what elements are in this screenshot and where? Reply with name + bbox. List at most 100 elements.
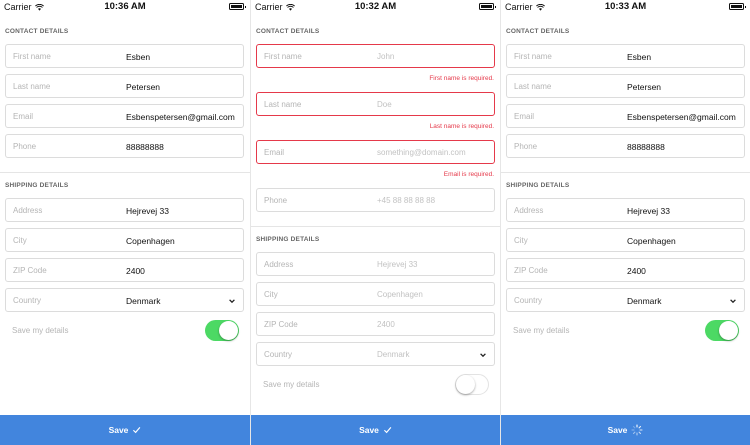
field-label: City	[264, 290, 278, 299]
field-label: Phone	[13, 142, 37, 151]
country-select[interactable]: Country Denmark	[506, 288, 745, 312]
phone-field[interactable]: Phone 88888888	[506, 134, 745, 158]
field-label: Country	[264, 350, 293, 359]
contact-details-heading: CONTACT DETAILS	[5, 28, 69, 35]
email-field[interactable]: Email something@domain.com	[256, 140, 495, 164]
address-field[interactable]: Address Hejrevej 33	[5, 198, 244, 222]
field-label: Last name	[13, 82, 51, 91]
contact-details-heading: CONTACT DETAILS	[256, 28, 320, 35]
zip-code-field[interactable]: ZIP Code 2400	[256, 312, 495, 336]
field-label: Last name	[264, 100, 302, 109]
field-label: Country	[514, 296, 543, 305]
email-error: Email is required.	[443, 171, 494, 178]
address-field[interactable]: Address Hejrevej 33	[506, 198, 745, 222]
field-label: First name	[13, 52, 51, 61]
save-button[interactable]: Save	[0, 415, 250, 445]
field-value: Denmark	[126, 295, 161, 306]
field-label: First name	[514, 52, 552, 61]
email-field[interactable]: Email Esbenspetersen@gmail.com	[506, 104, 745, 128]
field-placeholder: John	[377, 52, 395, 61]
status-time: 10:36 AM	[104, 1, 146, 12]
field-value: Esben	[126, 51, 151, 62]
field-label: First name	[264, 52, 302, 61]
section-divider	[501, 172, 750, 173]
field-value: Copenhagen	[126, 235, 175, 246]
first-name-field[interactable]: First name Esben	[5, 44, 244, 68]
field-placeholder: something@domain.com	[377, 148, 466, 157]
field-value: Esbenspetersen@gmail.com	[627, 111, 736, 122]
field-value: 88888888	[126, 141, 164, 152]
field-placeholder: Denmark	[377, 350, 410, 359]
field-label: Address	[264, 260, 294, 269]
save-details-label: Save my details	[12, 326, 69, 335]
battery-icon	[229, 3, 246, 10]
field-value: 2400	[126, 265, 145, 276]
field-label: Last name	[514, 82, 552, 91]
field-label: ZIP Code	[514, 266, 548, 275]
chevron-down-icon	[730, 299, 736, 304]
field-value: Esbenspetersen@gmail.com	[126, 111, 235, 122]
first-name-field[interactable]: First name Esben	[506, 44, 745, 68]
status-bar: Carrier 10:36 AM	[0, 0, 250, 14]
checkmark-icon	[383, 426, 392, 434]
field-label: Country	[13, 296, 42, 305]
save-button-label: Save	[108, 425, 129, 435]
save-details-toggle[interactable]	[455, 374, 489, 395]
first-name-error: First name is required.	[429, 75, 494, 82]
field-label: Email	[514, 112, 535, 121]
first-name-field[interactable]: First name John	[256, 44, 495, 68]
battery-icon	[729, 3, 746, 10]
spinner-icon	[631, 424, 643, 436]
last-name-field[interactable]: Last name Doe	[256, 92, 495, 116]
field-placeholder: 2400	[377, 320, 395, 329]
field-label: Address	[13, 206, 43, 215]
field-value: Petersen	[627, 81, 662, 92]
checkout-screen-saving: Carrier 10:33 AM CONTACT DETAILS First n…	[500, 0, 750, 445]
toggle-knob	[456, 375, 475, 394]
checkmark-icon	[133, 426, 141, 434]
phone-field[interactable]: Phone +45 88 88 88 88	[256, 188, 495, 212]
shipping-details-heading: SHIPPING DETAILS	[5, 182, 69, 189]
save-button[interactable]: Save	[251, 415, 500, 445]
last-name-field[interactable]: Last name Petersen	[5, 74, 244, 98]
save-details-toggle[interactable]	[205, 320, 239, 341]
field-placeholder: Hejrevej 33	[377, 260, 418, 269]
status-bar: Carrier 10:33 AM	[501, 0, 750, 14]
field-value: Hejrevej 33	[126, 205, 169, 216]
field-label: City	[514, 236, 528, 245]
field-label: Phone	[514, 142, 538, 151]
field-value: 88888888	[627, 141, 665, 152]
country-select[interactable]: Country Denmark	[5, 288, 244, 312]
field-label: City	[13, 236, 27, 245]
toggle-knob	[219, 321, 238, 340]
save-details-label: Save my details	[513, 326, 570, 335]
chevron-down-icon	[480, 353, 486, 358]
last-name-field[interactable]: Last name Petersen	[506, 74, 745, 98]
zip-code-field[interactable]: ZIP Code 2400	[506, 258, 745, 282]
status-bar: Carrier 10:32 AM	[251, 0, 500, 14]
section-divider	[0, 172, 250, 173]
save-button-label: Save	[607, 425, 628, 435]
city-field[interactable]: City Copenhagen	[506, 228, 745, 252]
contact-details-heading: CONTACT DETAILS	[506, 28, 570, 35]
status-time: 10:32 AM	[354, 1, 397, 12]
chevron-down-icon	[229, 299, 235, 304]
last-name-error: Last name is required.	[429, 123, 494, 130]
country-select[interactable]: Country Denmark	[256, 342, 495, 366]
field-placeholder: Doe	[377, 100, 392, 109]
field-label: ZIP Code	[264, 320, 298, 329]
field-label: Email	[264, 148, 285, 157]
phone-field[interactable]: Phone 88888888	[5, 134, 244, 158]
save-button[interactable]: Save	[501, 415, 750, 445]
city-field[interactable]: City Copenhagen	[256, 282, 495, 306]
toggle-knob	[719, 321, 738, 340]
shipping-details-heading: SHIPPING DETAILS	[506, 182, 570, 189]
save-button-label: Save	[359, 425, 379, 435]
email-field[interactable]: Email Esbenspetersen@gmail.com	[5, 104, 244, 128]
status-time: 10:33 AM	[604, 1, 647, 12]
address-field[interactable]: Address Hejrevej 33	[256, 252, 495, 276]
zip-code-field[interactable]: ZIP Code 2400	[5, 258, 244, 282]
save-details-toggle[interactable]	[705, 320, 739, 341]
checkout-screen-errors: Carrier 10:32 AM CONTACT DETAILS First n…	[250, 0, 500, 445]
city-field[interactable]: City Copenhagen	[5, 228, 244, 252]
